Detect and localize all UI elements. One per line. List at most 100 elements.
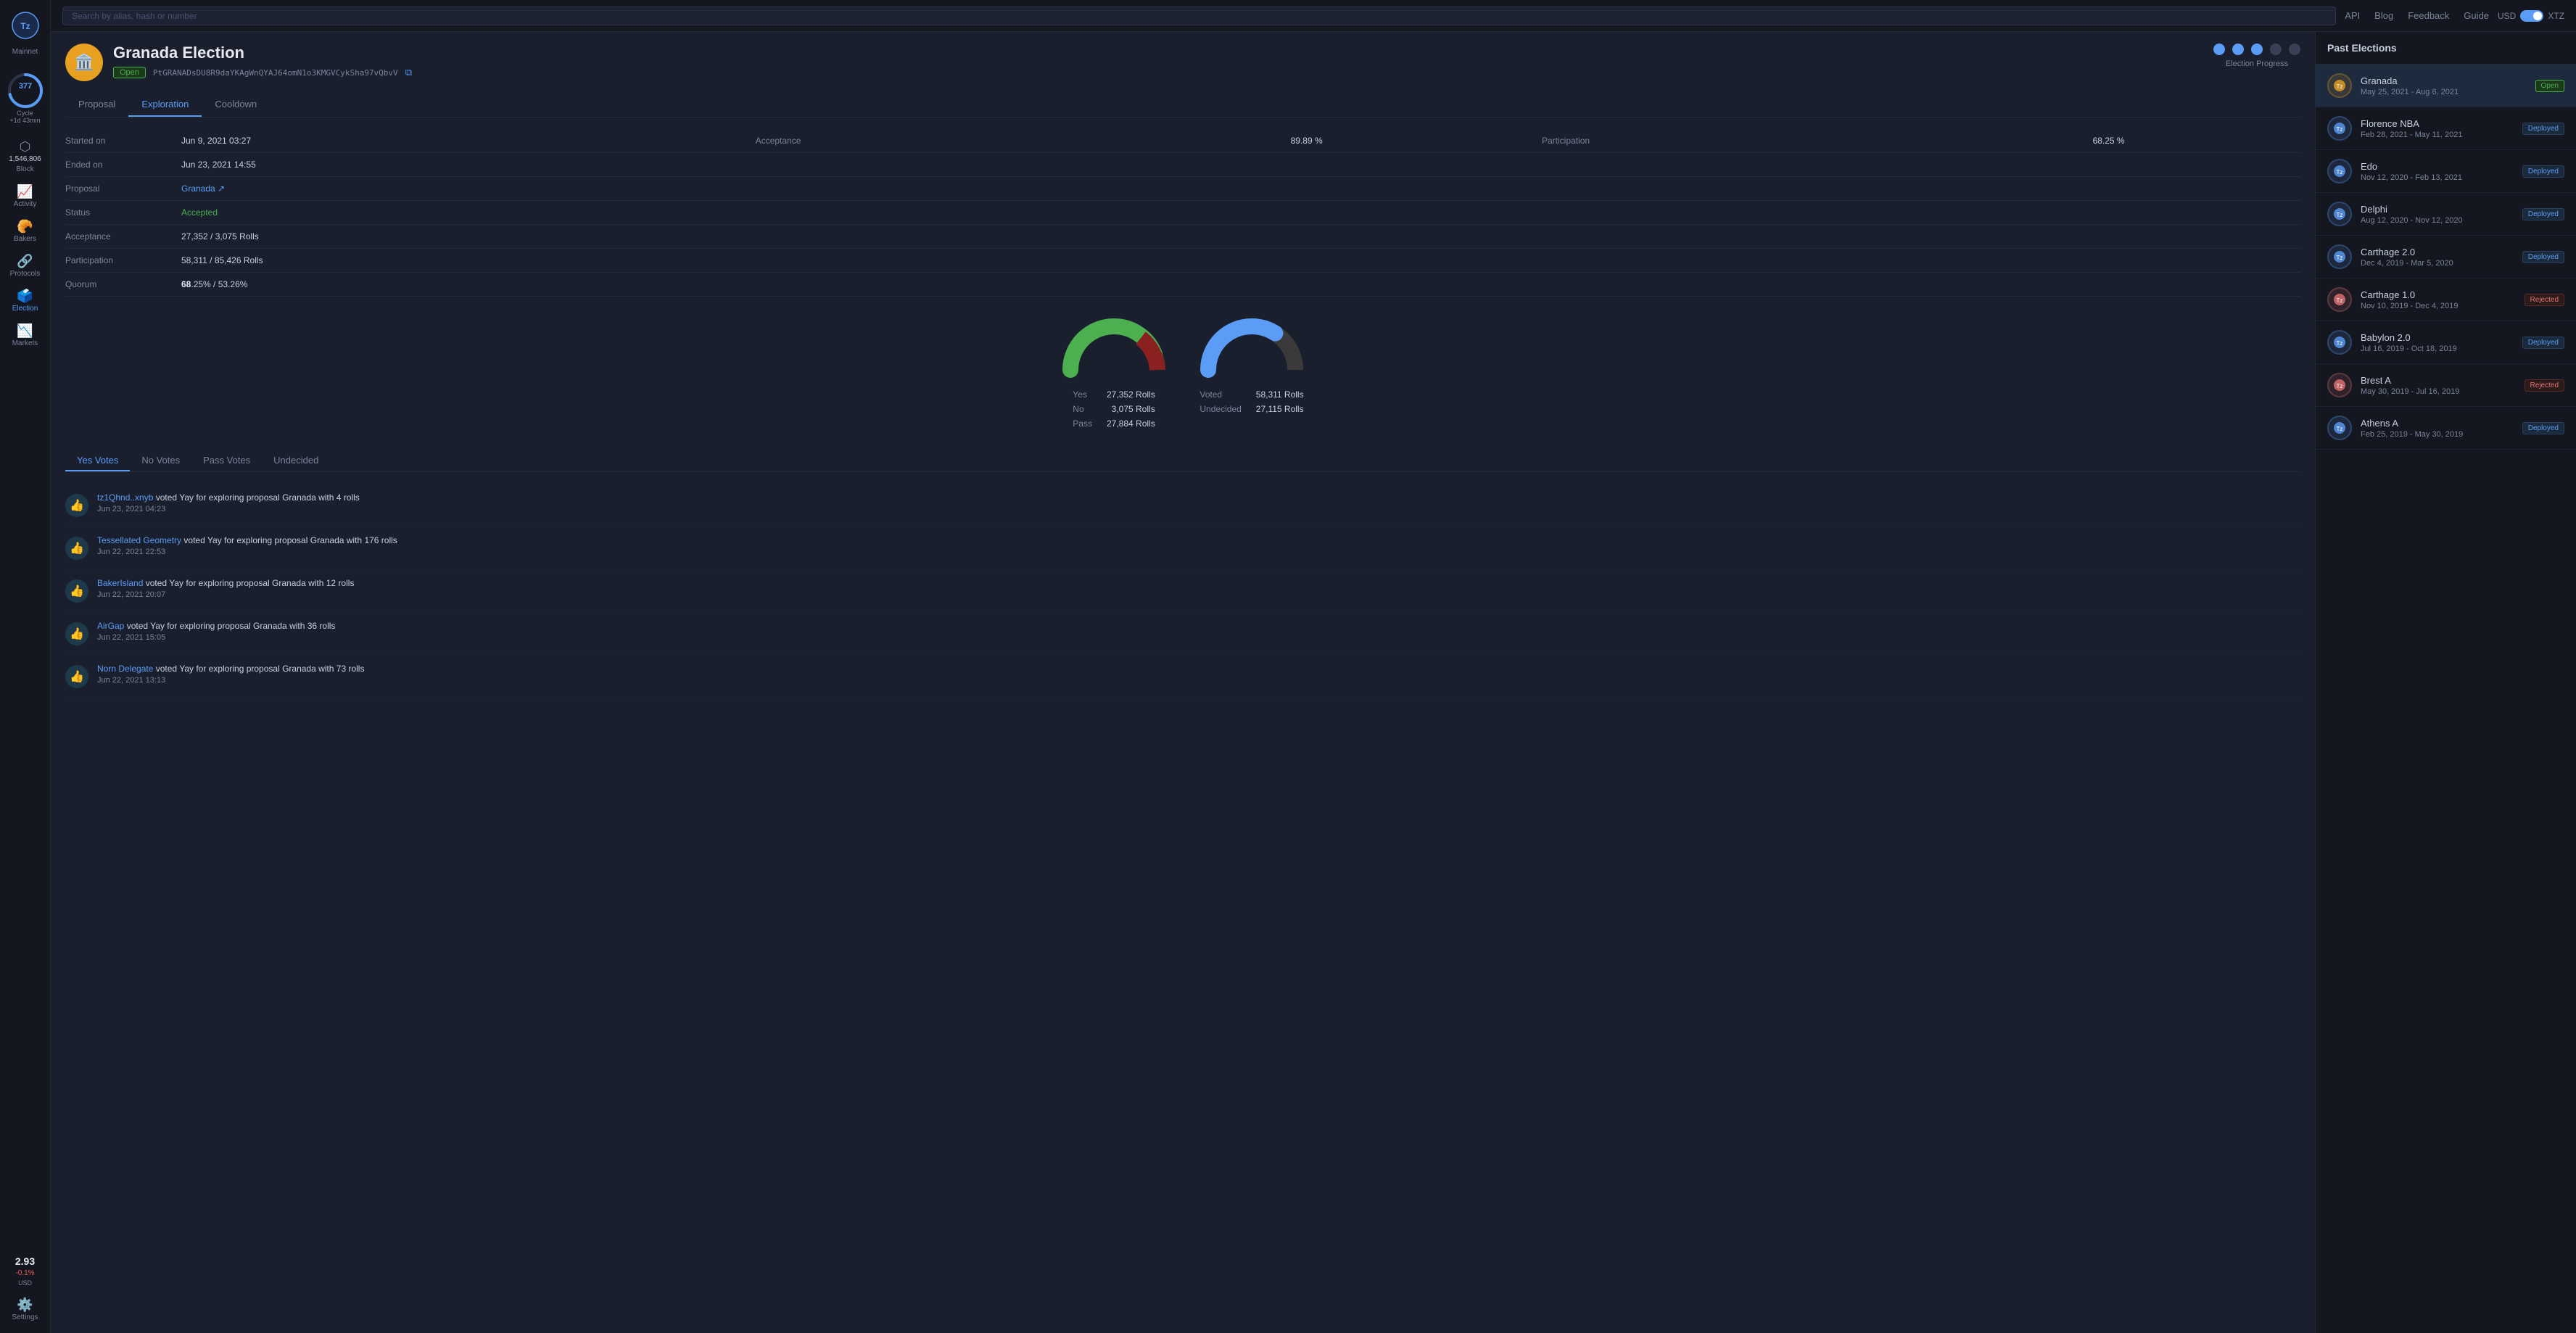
list-item[interactable]: Tz Granada May 25, 2021 - Aug 6, 2021 Op… bbox=[2316, 65, 2576, 107]
list-item[interactable]: Tz Athens A Feb 25, 2019 - May 30, 2019 … bbox=[2316, 407, 2576, 450]
sidebar-item-election[interactable]: 🗳️ Election bbox=[0, 284, 50, 318]
voted-rolls: 58,311 Rolls bbox=[1256, 389, 1304, 400]
legend-no: No 3,075 Rolls bbox=[1073, 404, 1155, 414]
vote-delegate[interactable]: BakerIsland bbox=[97, 578, 143, 588]
vote-tab-pass[interactable]: Pass Votes bbox=[191, 450, 262, 471]
table-row: Participation 58,311 / 85,426 Rolls bbox=[65, 249, 2300, 273]
copy-hash-button[interactable]: ⧉ bbox=[405, 67, 412, 78]
election-progress-area: Election Progress bbox=[2213, 44, 2300, 68]
election-hash: PtGRANADsDU8R9daYKAgWnQYAJ64omN1o3KMGVCy… bbox=[153, 68, 398, 78]
vote-tab-undecided[interactable]: Undecided bbox=[262, 450, 330, 471]
status-value: Accepted bbox=[181, 201, 712, 225]
election-list-name: Edo bbox=[2361, 161, 2514, 172]
vote-time: Jun 22, 2021 22:53 bbox=[97, 548, 397, 556]
election-list-name: Carthage 1.0 bbox=[2361, 289, 2516, 300]
proposal-link[interactable]: Granada ↗ bbox=[181, 177, 712, 201]
vote-text: Norn Delegate voted Yay for exploring pr… bbox=[97, 664, 364, 685]
election-status-badge: Open bbox=[113, 67, 146, 78]
vote-detail: voted Yay for exploring proposal Granada… bbox=[127, 621, 336, 631]
sidebar-item-bakers[interactable]: 🥐 Bakers bbox=[0, 214, 50, 249]
progress-dot-4 bbox=[2270, 44, 2282, 55]
list-item[interactable]: Tz Delphi Aug 12, 2020 - Nov 12, 2020 De… bbox=[2316, 193, 2576, 236]
progress-dot-1 bbox=[2213, 44, 2225, 55]
list-item[interactable]: Tz Carthage 2.0 Dec 4, 2019 - Mar 5, 202… bbox=[2316, 236, 2576, 278]
list-item[interactable]: Tz Florence NBA Feb 28, 2021 - May 11, 2… bbox=[2316, 107, 2576, 150]
content-area: 🏛️ Granada Election Open PtGRANADsDU8R9d… bbox=[51, 32, 2576, 1333]
election-info-table: Started on Jun 9, 2021 03:27 Acceptance … bbox=[65, 129, 2300, 297]
election-info: Delphi Aug 12, 2020 - Nov 12, 2020 bbox=[2361, 204, 2514, 225]
charts-area: Yes 27,352 Rolls No 3,075 Rolls Pass 27,… bbox=[65, 308, 2300, 436]
election-list-badge: Deployed bbox=[2522, 165, 2564, 178]
vote-tab-yes[interactable]: Yes Votes bbox=[65, 450, 130, 471]
vote-delegate[interactable]: Tessellated Geometry bbox=[97, 535, 181, 545]
ended-on-value: Jun 23, 2021 14:55 bbox=[181, 153, 712, 177]
main-content: API Blog Feedback Guide USD XTZ 🏛️ Grana… bbox=[51, 0, 2576, 1333]
vote-detail: voted Yay for exploring proposal Granada… bbox=[156, 664, 365, 674]
election-info: Edo Nov 12, 2020 - Feb 13, 2021 bbox=[2361, 161, 2514, 182]
participation-chart: Voted 58,311 Rolls Undecided 27,115 Roll… bbox=[1197, 315, 1306, 429]
svg-text:Tz: Tz bbox=[2337, 83, 2343, 90]
list-item[interactable]: Tz Edo Nov 12, 2020 - Feb 13, 2021 Deplo… bbox=[2316, 150, 2576, 193]
tab-cooldown[interactable]: Cooldown bbox=[202, 93, 270, 117]
thumbs-up-icon: 👍 bbox=[65, 494, 88, 517]
election-list-badge: Rejected bbox=[2525, 379, 2564, 392]
vote-delegate[interactable]: tz1Qhnd..xnyb bbox=[97, 492, 153, 503]
election-logo-icon: 🏛️ bbox=[65, 44, 103, 81]
currency-xtz: XTZ bbox=[2548, 11, 2564, 21]
tab-exploration[interactable]: Exploration bbox=[128, 93, 202, 117]
list-item[interactable]: Tz Brest A May 30, 2019 - Jul 16, 2019 R… bbox=[2316, 364, 2576, 407]
list-item[interactable]: Tz Carthage 1.0 Nov 10, 2019 - Dec 4, 20… bbox=[2316, 278, 2576, 321]
participation-donut-svg bbox=[1197, 315, 1306, 381]
usd-price-block: 2.93 -0.1% USD bbox=[0, 1250, 50, 1292]
election-list-dates: May 30, 2019 - Jul 16, 2019 bbox=[2361, 387, 2516, 396]
list-item: 👍 tz1Qhnd..xnyb voted Yay for exploring … bbox=[65, 484, 2300, 527]
svg-text:Tz: Tz bbox=[2337, 255, 2343, 261]
undecided-rolls: 27,115 Rolls bbox=[1256, 404, 1304, 414]
sidebar-item-protocols[interactable]: 🔗 Protocols bbox=[0, 249, 50, 284]
vote-delegate[interactable]: AirGap bbox=[97, 621, 124, 631]
blog-link[interactable]: Blog bbox=[2374, 10, 2393, 21]
election-info: Carthage 2.0 Dec 4, 2019 - Mar 5, 2020 bbox=[2361, 247, 2514, 268]
tab-proposal[interactable]: Proposal bbox=[65, 93, 128, 117]
sidebar-item-settings[interactable]: ⚙️ Settings bbox=[0, 1292, 50, 1327]
legend-yes: Yes 27,352 Rolls bbox=[1073, 389, 1155, 400]
progress-label: Election Progress bbox=[2226, 59, 2288, 68]
guide-link[interactable]: Guide bbox=[2464, 10, 2489, 21]
election-info: Carthage 1.0 Nov 10, 2019 - Dec 4, 2019 bbox=[2361, 289, 2516, 310]
election-tabs: Proposal Exploration Cooldown bbox=[65, 93, 2300, 117]
election-info: Babylon 2.0 Jul 16, 2019 - Oct 18, 2019 bbox=[2361, 332, 2514, 353]
election-info: Brest A May 30, 2019 - Jul 16, 2019 bbox=[2361, 375, 2516, 396]
sidebar-item-block[interactable]: ⬡ 1,546,806 Block bbox=[0, 134, 50, 179]
usd-value: 2.93 bbox=[15, 1255, 35, 1267]
election-list-dates: Aug 12, 2020 - Nov 12, 2020 bbox=[2361, 216, 2514, 225]
svg-text:Tz: Tz bbox=[2337, 383, 2343, 389]
search-input[interactable] bbox=[62, 7, 2336, 25]
acceptance-value: 27,352 / 3,075 Rolls bbox=[181, 225, 712, 249]
vote-delegate[interactable]: Norn Delegate bbox=[97, 664, 153, 674]
acceptance-legend: Yes 27,352 Rolls No 3,075 Rolls Pass 27,… bbox=[1073, 389, 1155, 429]
toggle-switch[interactable] bbox=[2520, 10, 2543, 22]
election-list-name: Athens A bbox=[2361, 418, 2514, 429]
election-list-icon: Tz bbox=[2327, 416, 2352, 440]
vote-tab-no[interactable]: No Votes bbox=[130, 450, 191, 471]
pass-label: Pass bbox=[1073, 418, 1092, 429]
participation-value: 58,311 / 85,426 Rolls bbox=[181, 249, 712, 273]
election-main: 🏛️ Granada Election Open PtGRANADsDU8R9d… bbox=[51, 32, 2315, 1333]
election-list-dates: May 25, 2021 - Aug 6, 2021 bbox=[2361, 88, 2527, 96]
vote-time: Jun 22, 2021 15:05 bbox=[97, 633, 335, 642]
feedback-link[interactable]: Feedback bbox=[2408, 10, 2449, 21]
svg-text:377: 377 bbox=[18, 82, 31, 91]
participation-pct-value: 68.25 % bbox=[2093, 129, 2300, 153]
list-item[interactable]: Tz Babylon 2.0 Jul 16, 2019 - Oct 18, 20… bbox=[2316, 321, 2576, 364]
election-list-name: Granada bbox=[2361, 75, 2527, 86]
sidebar-item-markets[interactable]: 📉 Markets bbox=[0, 318, 50, 353]
right-sidebar: Past Elections Tz Granada May 25, 2021 -… bbox=[2315, 32, 2576, 1333]
election-title-area: Granada Election Open PtGRANADsDU8R9daYK… bbox=[113, 44, 2203, 78]
sidebar-item-activity[interactable]: 📈 Activity bbox=[0, 179, 50, 214]
proposal-label: Proposal bbox=[65, 177, 181, 201]
vote-text: tz1Qhnd..xnyb voted Yay for exploring pr… bbox=[97, 492, 360, 513]
table-row: Status Accepted bbox=[65, 201, 2300, 225]
election-list-name: Brest A bbox=[2361, 375, 2516, 386]
quorum-label: Quorum bbox=[65, 273, 181, 297]
api-link[interactable]: API bbox=[2345, 10, 2360, 21]
